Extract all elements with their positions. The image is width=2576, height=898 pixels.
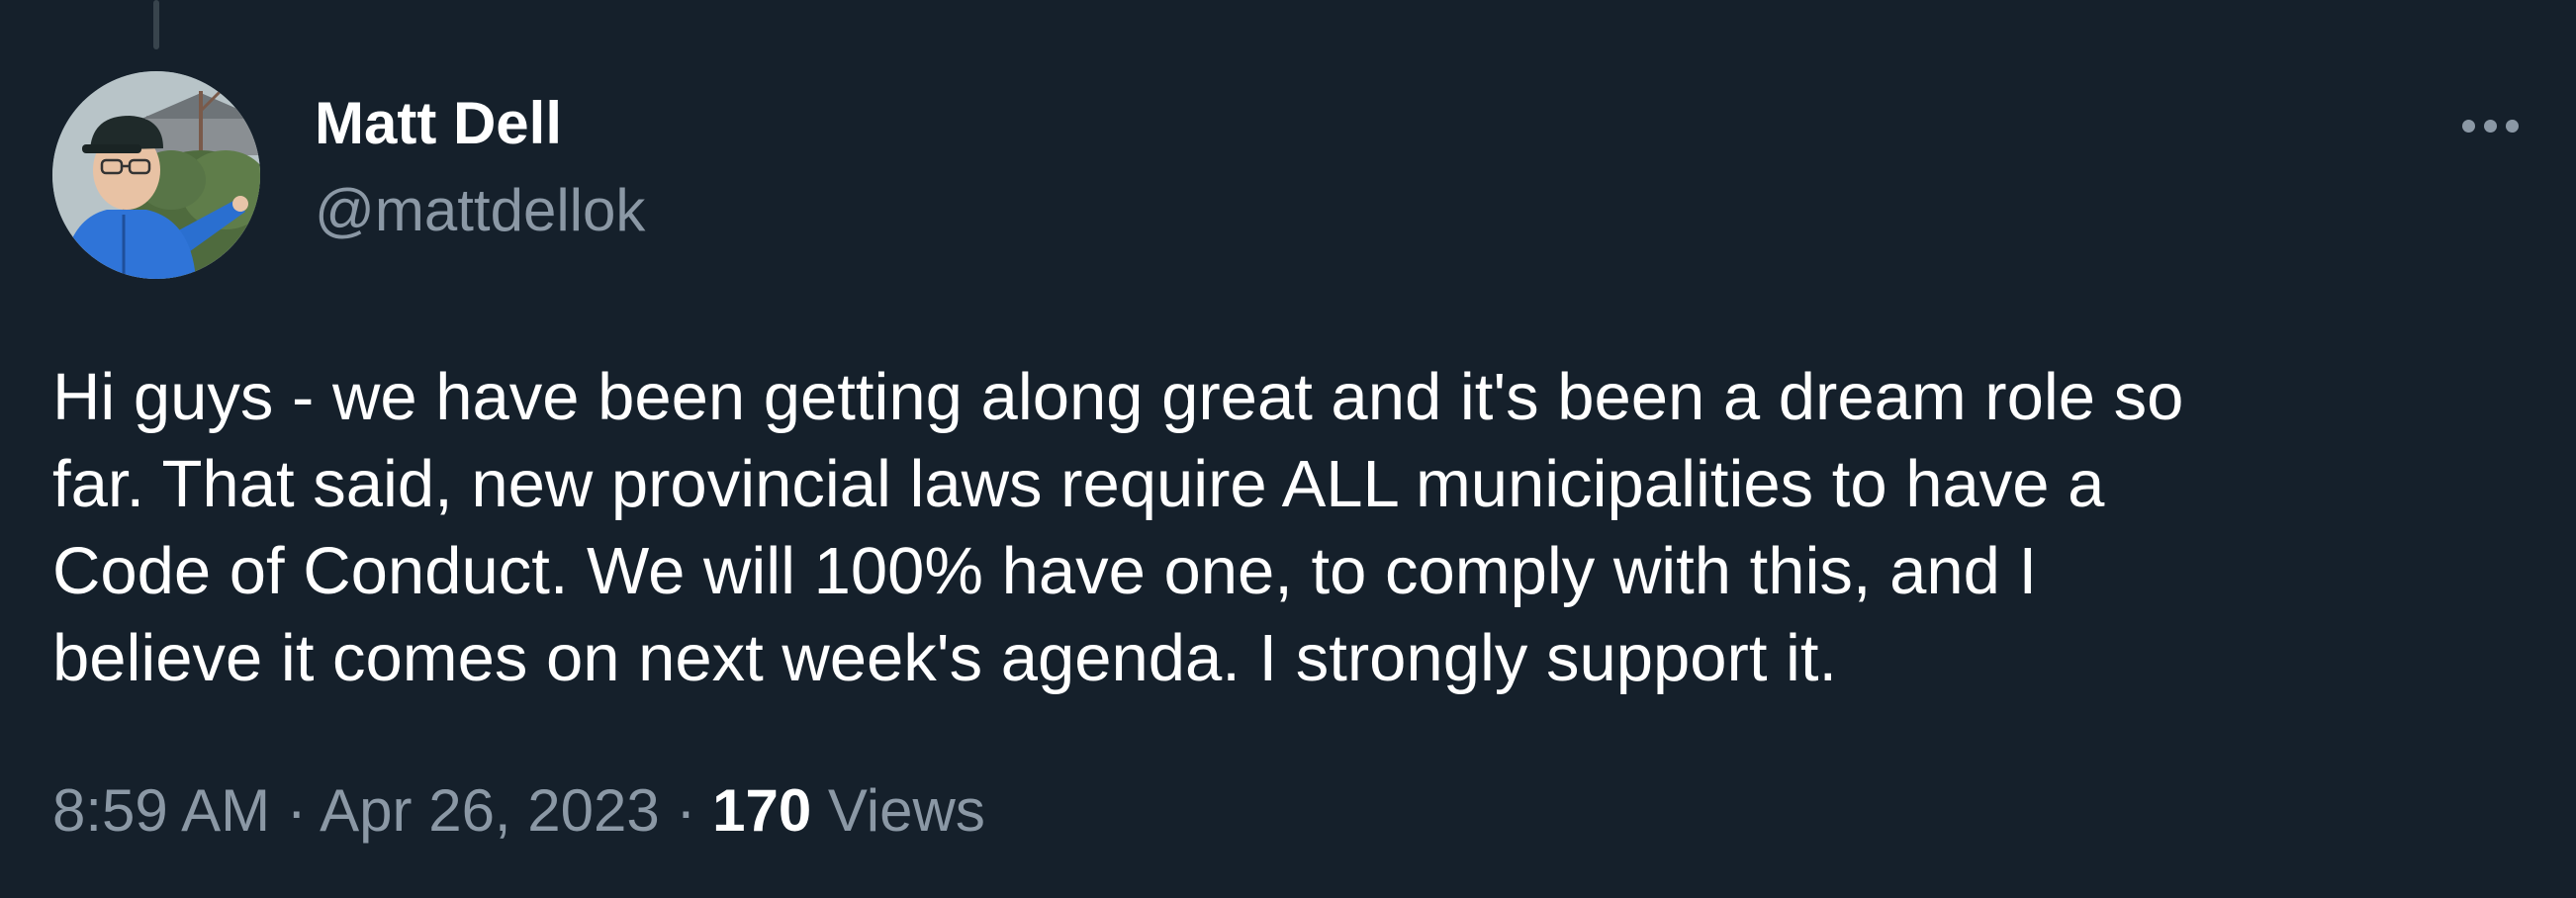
avatar-image [52,71,260,279]
author-name[interactable]: Matt Dell [315,89,562,158]
views-count[interactable]: 170 [712,777,811,844]
tweet-metadata: 8:59 AM · Apr 26, 2023 · 170 Views [52,775,985,847]
tweet-card: Matt Dell @mattdellok Hi guys - we have … [0,0,2576,898]
thread-connector-line [153,0,159,49]
more-horizontal-icon [2461,119,2475,133]
more-options-button[interactable] [2445,101,2534,150]
meta-separator: · [659,777,713,844]
tweet-text-line: Code of Conduct. We will 100% have one, … [52,534,2038,608]
tweet-text-line: far. That said, new provincial laws requ… [52,447,2105,521]
avatar[interactable] [52,71,260,279]
author-handle[interactable]: @mattdellok [315,176,645,245]
meta-separator: · [270,777,321,844]
tweet-text-line: believe it comes on next week's agenda. … [52,621,1838,695]
views-label: Views [811,777,985,844]
tweet-date[interactable]: Apr 26, 2023 [320,777,660,844]
tweet-time[interactable]: 8:59 AM [52,777,270,844]
tweet-text-line: Hi guys - we have been getting along gre… [52,360,2184,434]
tweet-text: Hi guys - we have been getting along gre… [52,354,2526,702]
more-horizontal-icon-dot [2483,119,2497,133]
more-horizontal-icon-dot [2505,119,2519,133]
